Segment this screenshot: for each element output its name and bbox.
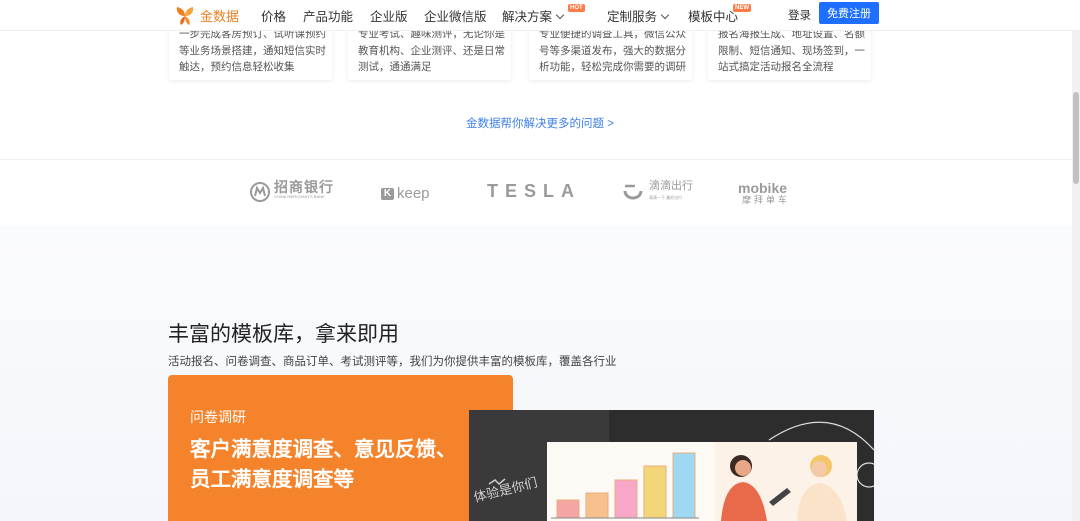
nav-template-center-label: 模板中心 (688, 10, 739, 24)
tesla-logo: TESLA (487, 181, 582, 201)
customer-logos: 招商银行 CHINA MERCHANTS BANK K keep TESLA 滴… (0, 159, 1080, 227)
nav-pricing[interactable]: 价格 (261, 6, 286, 25)
didi-logo-icon (623, 184, 643, 200)
chart-bar (556, 499, 580, 519)
scrollbar-thumb[interactable] (1073, 92, 1079, 184)
didi-name: 滴滴出行 (649, 180, 693, 192)
cmb-name: 招商银行 (274, 179, 334, 195)
nav-enterprise[interactable]: 企业版 (370, 6, 408, 25)
nav-custom-service[interactable]: 定制服务 (607, 6, 670, 25)
logo-text: 金数据 (200, 8, 240, 24)
didi-slogan: 滴滴一下 美好出行 (649, 195, 683, 200)
logo-icon (176, 7, 194, 25)
template-category-card[interactable]: 问卷调研 客户满意度调查、意见反馈、员工满意度调查等 (168, 375, 513, 521)
chevron-down-icon (660, 10, 670, 20)
preview-illustration: 体验是你们 (469, 410, 874, 521)
keep-logo-icon: K (381, 187, 394, 200)
template-preview-image: 体验是你们 (469, 410, 874, 521)
chevron-down-icon (555, 10, 565, 20)
section-subtitle: 活动报名、问卷调查、商品订单、考试测评等，我们为你提供丰富的模板库，覆盖各行业 (168, 356, 617, 368)
cmb-logo-icon (250, 182, 270, 202)
feature-card-text: 一步完成客房预订、试听课预约等业务场景搭建，通知短信实时触达，预约信息轻松收集 (179, 28, 326, 73)
template-category-label: 问卷调研 (190, 409, 246, 425)
new-badge: NEW (733, 4, 751, 12)
template-category-headline: 客户满意度调查、意见反馈、员工满意度调查等 (190, 438, 457, 491)
feature-card-text: 报名海报生成、地址设置、名额限制、短信通知、现场签到，一站式搞定活动报名全流程 (718, 28, 865, 73)
nav-wecom[interactable]: 企业微信版 (424, 6, 487, 25)
nav-solutions[interactable]: 解决方案 HOT (502, 4, 585, 25)
top-nav-bar: 金数据 价格 产品功能 企业版 企业微信版 解决方案 HOT 定制服务 模板中心… (0, 0, 1080, 31)
chart-bar (672, 452, 696, 519)
nav-template-center[interactable]: 模板中心 NEW (688, 4, 751, 25)
section-title: 丰富的模板库，拿来即用 (168, 323, 399, 346)
nav-solutions-label: 解决方案 (502, 10, 553, 24)
feature-card-text: 专业考试、趣味测评，无论你是教育机构、企业测评、还是日常测试，通通满足 (358, 28, 505, 73)
chart-bar (614, 479, 638, 519)
cmb-logo: 招商银行 CHINA MERCHANTS BANK (250, 179, 334, 202)
register-button[interactable]: 免费注册 (819, 2, 879, 24)
keep-name: keep (397, 185, 430, 202)
more-solutions-link[interactable]: 金数据帮你解决更多的问题 > (0, 115, 1080, 131)
chart-bar (643, 465, 667, 519)
keep-logo: K keep (381, 185, 430, 202)
hot-badge: HOT (568, 4, 585, 12)
mobike-name-cn: 摩拜单车 (742, 195, 791, 205)
feature-card-text: 专业便捷的调查工具，微信公众号等多渠道发布，强大的数据分析功能，轻松完成你需要的… (539, 28, 686, 73)
mobike-logo: mobike 摩拜单车 (738, 180, 791, 206)
logo[interactable]: 金数据 (174, 4, 239, 26)
nav-features[interactable]: 产品功能 (303, 6, 353, 25)
nav-custom-service-label: 定制服务 (607, 10, 658, 24)
didi-logo: 滴滴出行 滴滴一下 美好出行 (623, 180, 693, 202)
page-scrollbar[interactable] (1072, 0, 1080, 521)
mobike-name: mobike (738, 180, 788, 196)
login-link[interactable]: 登录 (788, 7, 811, 23)
chart-bar (585, 492, 609, 519)
